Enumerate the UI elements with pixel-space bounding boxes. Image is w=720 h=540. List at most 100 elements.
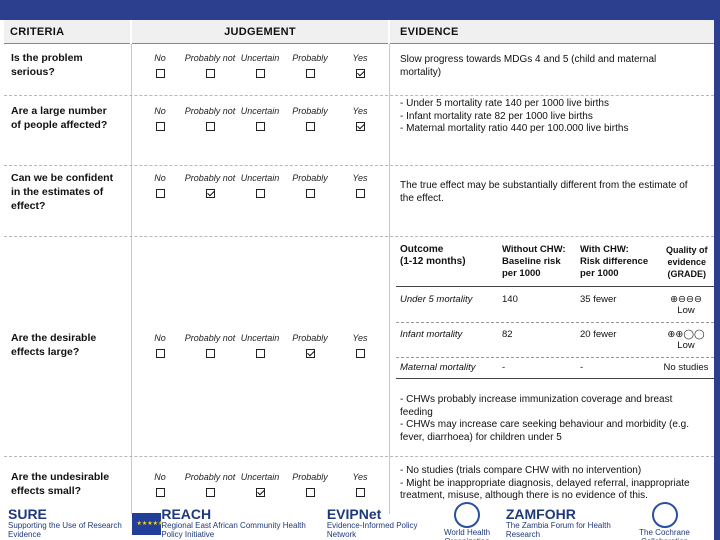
checkbox[interactable] [255,349,265,358]
checkbox[interactable] [305,69,315,78]
judgement-option: Yes [332,471,388,502]
table-row-divider [396,322,714,323]
judgement-option: Probably not [182,52,238,83]
judgement-option: No [132,332,188,363]
evidence-text: - CHWs probably increase immunization co… [400,394,690,443]
evidence-text: Slow progress towards MDGs 4 and 5 (chil… [400,54,657,78]
risk-difference: 35 fewer [580,294,617,305]
checkbox[interactable] [355,488,365,497]
judgement-option: Probably not [182,105,238,136]
judgement-option: Probably [282,332,338,363]
top-bar [0,0,720,20]
criteria-question: Can we be confident in the estimates of ef… [11,172,114,212]
judgement-option: Yes [332,105,388,136]
outcome-name: Under 5 mortality [400,294,473,305]
logo-evipnet: EVIPNet Evidence-Informed Policy Network [326,505,418,539]
th-without-chw: Without CHW: Baseline risk per 1000 [502,244,566,279]
outcome-name: Infant mortality [400,329,463,340]
header-criteria: CRITERIA [4,20,130,44]
row-separator [4,165,714,166]
who-emblem-icon [454,502,481,528]
checkbox[interactable] [155,122,165,131]
judgement-option: No [132,471,188,502]
judgement-option: No [132,172,188,203]
checked-checkbox[interactable] [355,69,365,78]
checkbox[interactable] [255,69,265,78]
risk-difference: 20 fewer [580,329,617,340]
checkbox[interactable] [205,488,215,497]
checkbox[interactable] [155,349,165,358]
baseline-risk: - [502,362,506,373]
checked-checkbox[interactable] [255,488,265,497]
grade-label: Low [677,340,695,351]
th-with-chw: With CHW: Risk difference per 1000 [580,244,649,279]
evidence-text: - No studies (trials compare CHW with no… [400,465,690,501]
outcome-table: Outcome (1-12 months) Without CHW: Basel… [396,238,714,380]
cochrane-emblem-icon [651,502,678,528]
judgement-option: Uncertain [232,52,288,83]
checkbox[interactable] [155,69,165,78]
judgement-option: No [132,52,188,83]
checkbox[interactable] [205,122,215,131]
criteria-question: Are a large number of people affected? [11,105,108,131]
column-divider [389,44,390,514]
footer-logos: SURE Supporting the Use of Research Evide… [0,502,714,540]
outcome-name: Maternal mortality [400,362,476,373]
grade-symbols: ⊕⊕◯◯ [667,329,705,340]
logo-eu-flag [131,513,163,535]
grade-label: Low [677,305,695,316]
checkbox[interactable] [355,349,365,358]
grade-symbols: ⊕⊖⊖⊖ [670,294,702,305]
header-evidence: EVIDENCE [390,20,714,44]
checkbox[interactable] [205,69,215,78]
table-rule [396,286,714,287]
grade-label: No studies [663,362,709,373]
header-judgement: JUDGEMENT [132,20,388,44]
evidence-text: The true effect may be substantially dif… [400,180,688,204]
judgement-option: Uncertain [232,471,288,502]
criteria-question: Are the desirable effects large? [11,332,97,358]
checked-checkbox[interactable] [305,349,315,358]
checkbox[interactable] [255,122,265,131]
checkbox[interactable] [205,349,215,358]
row-separator [4,95,714,96]
criteria-question: Are the undesirable effects small? [11,471,110,497]
checkbox[interactable] [155,189,165,198]
judgement-option: Uncertain [232,332,288,363]
evidence-text: - Under 5 mortality rate 140 per 1000 li… [400,98,629,134]
criteria-question: Is the problem serious? [11,52,83,78]
checkbox[interactable] [355,189,365,198]
judgement-option: Yes [332,332,388,363]
risk-difference: - [580,362,584,373]
checked-checkbox[interactable] [355,122,365,131]
th-outcome: Outcome (1-12 months) [400,244,466,267]
judgement-option: Probably not [182,332,238,363]
row-separator [4,456,714,457]
logo-cochrane: The Cochrane Collaboration [623,502,706,540]
logo-sure: SURE Supporting the Use of Research Evide… [8,505,122,539]
judgement-option: Yes [332,172,388,203]
logo-who: World Health Organization [428,502,506,540]
logo-reach: REACH Regional East African Community Hea… [161,505,306,539]
judgement-option: Uncertain [232,172,288,203]
checkbox[interactable] [305,189,315,198]
judgement-option: Probably [282,471,338,502]
baseline-risk: 82 [502,329,513,340]
quality-of-evidence: ⊕⊕◯◯ Low [658,329,714,351]
checkbox[interactable] [305,122,315,131]
judgement-option: Probably not [182,471,238,502]
checkbox[interactable] [255,189,265,198]
judgement-option: No [132,105,188,136]
table-row-divider [396,357,714,358]
quality-of-evidence: No studies [658,362,714,373]
logo-zamfohr: ZAMFOHR The Zambia Forum for Health Resea… [505,505,611,539]
checked-checkbox[interactable] [205,189,215,198]
row-separator [4,236,714,237]
checkbox[interactable] [155,488,165,497]
judgement-option: Probably not [182,172,238,203]
checkbox[interactable] [305,488,315,497]
table-rule [396,378,714,379]
quality-of-evidence: ⊕⊖⊖⊖ Low [658,294,714,316]
judgement-option: Uncertain [232,105,288,136]
judgement-option: Probably [282,172,338,203]
